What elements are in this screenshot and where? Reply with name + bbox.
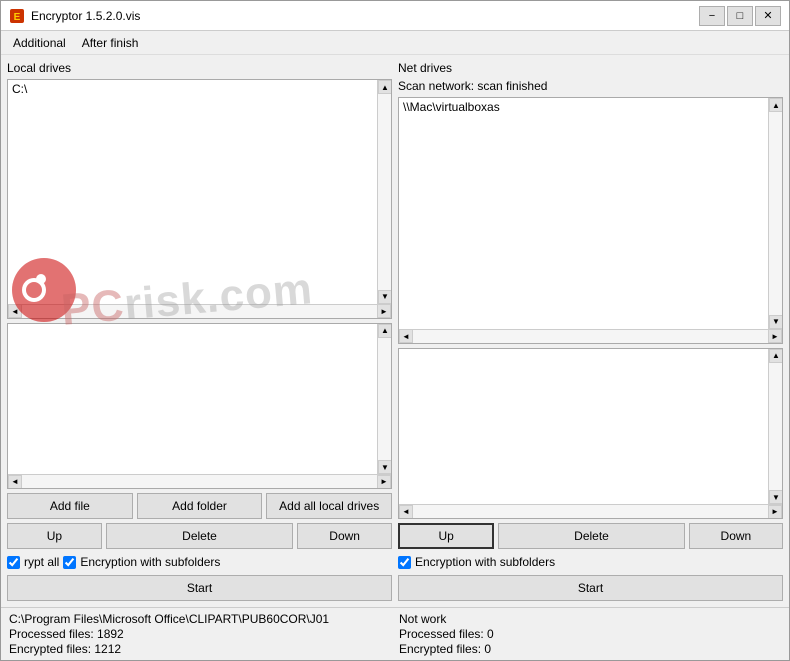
right-panel: Net drives Scan network: scan finished \… <box>398 61 783 601</box>
local-drives-label: Local drives <box>7 61 392 75</box>
left-bottom-listbox-inner: ▲ ▼ <box>8 324 391 474</box>
left-subfolders-checkbox[interactable] <box>63 556 76 569</box>
status-right-line2: Processed files: 0 <box>399 627 781 641</box>
menu-additional[interactable]: Additional <box>5 34 74 52</box>
left-panel: Local drives C:\ ▲ ▼ ◄ ► <box>7 61 392 601</box>
left-bottom-listbox[interactable]: ▲ ▼ ◄ ► <box>7 323 392 489</box>
right-subfolders-label: Encryption with subfolders <box>415 555 555 569</box>
left-subfolders-label: Encryption with subfolders <box>80 555 220 569</box>
right-bottom-listbox[interactable]: ▲ ▼ ◄ ► <box>398 348 783 519</box>
right-bottom-listbox-inner: ▲ ▼ <box>399 349 782 504</box>
right-start-row: Start <box>398 575 783 601</box>
right-bottom-vscroll-up[interactable]: ▲ <box>769 349 782 363</box>
left-delete-button[interactable]: Delete <box>106 523 294 549</box>
right-bottom-hscroll[interactable]: ◄ ► <box>399 504 782 518</box>
left-bottom-vscroll[interactable]: ▲ ▼ <box>377 324 391 474</box>
left-top-listbox-inner: C:\ ▲ ▼ <box>8 80 391 304</box>
left-bottom-hscroll[interactable]: ◄ ► <box>8 474 391 488</box>
maximize-button[interactable]: □ <box>727 6 753 26</box>
right-down-button[interactable]: Down <box>689 523 783 549</box>
right-bottom-content <box>399 349 768 353</box>
title-bar-left: E Encryptor 1.5.2.0.vis <box>9 8 140 24</box>
right-bottom-vscroll-down[interactable]: ▼ <box>769 490 782 504</box>
left-up-button[interactable]: Up <box>7 523 102 549</box>
status-left-line2: Processed files: 1892 <box>9 627 391 641</box>
app-icon: E <box>9 8 25 24</box>
left-bottom-content <box>8 324 377 328</box>
left-nav-buttons-row: Up Delete Down <box>7 523 392 549</box>
status-right-line1: Not work <box>399 612 781 626</box>
right-subfolders-checkbox[interactable] <box>398 556 411 569</box>
left-bottom-hscroll-left[interactable]: ◄ <box>8 475 22 489</box>
right-top-listbox[interactable]: \\Mac\virtualboxas ▲ ▼ ◄ ► <box>398 97 783 344</box>
left-encrypt-row: rypt all Encryption with subfolders <box>7 553 392 571</box>
right-bottom-hscroll-right[interactable]: ► <box>768 505 782 519</box>
minimize-button[interactable]: − <box>699 6 725 26</box>
status-left-line1: C:\Program Files\Microsoft Office\CLIPAR… <box>9 612 391 626</box>
left-bottom-vscroll-up[interactable]: ▲ <box>378 324 391 338</box>
menu-after-finish[interactable]: After finish <box>74 34 147 52</box>
left-top-content: C:\ <box>8 80 377 98</box>
left-top-hscroll[interactable]: ◄ ► <box>8 304 391 318</box>
net-drives-label: Net drives <box>398 61 783 75</box>
right-bottom-hscroll-left[interactable]: ◄ <box>399 505 413 519</box>
left-start-button[interactable]: Start <box>7 575 392 601</box>
add-all-local-button[interactable]: Add all local drives <box>266 493 392 519</box>
left-start-row: Start <box>7 575 392 601</box>
right-top-listbox-inner: \\Mac\virtualboxas ▲ ▼ <box>399 98 782 329</box>
title-controls: − □ ✕ <box>699 6 781 26</box>
encrypt-all-checkbox[interactable] <box>7 556 20 569</box>
add-buttons-row: Add file Add folder Add all local drives <box>7 493 392 519</box>
right-top-vscroll-down[interactable]: ▼ <box>769 315 782 329</box>
right-delete-button[interactable]: Delete <box>498 523 685 549</box>
title-bar: E Encryptor 1.5.2.0.vis − □ ✕ <box>1 1 789 31</box>
main-window: E Encryptor 1.5.2.0.vis − □ ✕ Additional… <box>0 0 790 661</box>
hscroll-left-arrow[interactable]: ◄ <box>8 304 22 318</box>
right-top-content: \\Mac\virtualboxas <box>399 98 768 116</box>
left-down-button[interactable]: Down <box>297 523 392 549</box>
right-top-hscroll[interactable]: ◄ ► <box>399 329 782 343</box>
left-top-listbox[interactable]: C:\ ▲ ▼ ◄ ► <box>7 79 392 319</box>
add-file-button[interactable]: Add file <box>7 493 133 519</box>
left-top-vscroll[interactable]: ▲ ▼ <box>377 80 391 304</box>
scan-status-label: Scan network: scan finished <box>398 79 783 93</box>
status-left: C:\Program Files\Microsoft Office\CLIPAR… <box>9 612 391 656</box>
encrypt-all-label: rypt all <box>24 555 59 569</box>
left-bottom-vscroll-down[interactable]: ▼ <box>378 460 391 474</box>
add-folder-button[interactable]: Add folder <box>137 493 263 519</box>
svg-text:E: E <box>14 12 21 23</box>
main-content: PCrisk.com Local drives C:\ ▲ ▼ ◄ ► <box>1 55 789 607</box>
menu-bar: Additional After finish <box>1 31 789 55</box>
status-right: Not work Processed files: 0 Encrypted fi… <box>391 612 781 656</box>
vscroll-up-arrow[interactable]: ▲ <box>378 80 391 94</box>
hscroll-right-arrow[interactable]: ► <box>377 304 391 318</box>
status-left-line3: Encrypted files: 1212 <box>9 642 391 656</box>
left-bottom-hscroll-right[interactable]: ► <box>377 475 391 489</box>
right-top-hscroll-right[interactable]: ► <box>768 329 782 343</box>
right-subfolders-row: Encryption with subfolders <box>398 553 783 571</box>
right-nav-buttons-row: Up Delete Down <box>398 523 783 549</box>
right-up-button[interactable]: Up <box>398 523 494 549</box>
right-top-vscroll[interactable]: ▲ ▼ <box>768 98 782 329</box>
window-title: Encryptor 1.5.2.0.vis <box>31 9 140 23</box>
right-bottom-vscroll[interactable]: ▲ ▼ <box>768 349 782 504</box>
close-button[interactable]: ✕ <box>755 6 781 26</box>
right-start-button[interactable]: Start <box>398 575 783 601</box>
right-top-vscroll-up[interactable]: ▲ <box>769 98 782 112</box>
status-bar: C:\Program Files\Microsoft Office\CLIPAR… <box>1 607 789 660</box>
right-top-hscroll-left[interactable]: ◄ <box>399 329 413 343</box>
vscroll-down-arrow[interactable]: ▼ <box>378 290 391 304</box>
status-right-line3: Encrypted files: 0 <box>399 642 781 656</box>
